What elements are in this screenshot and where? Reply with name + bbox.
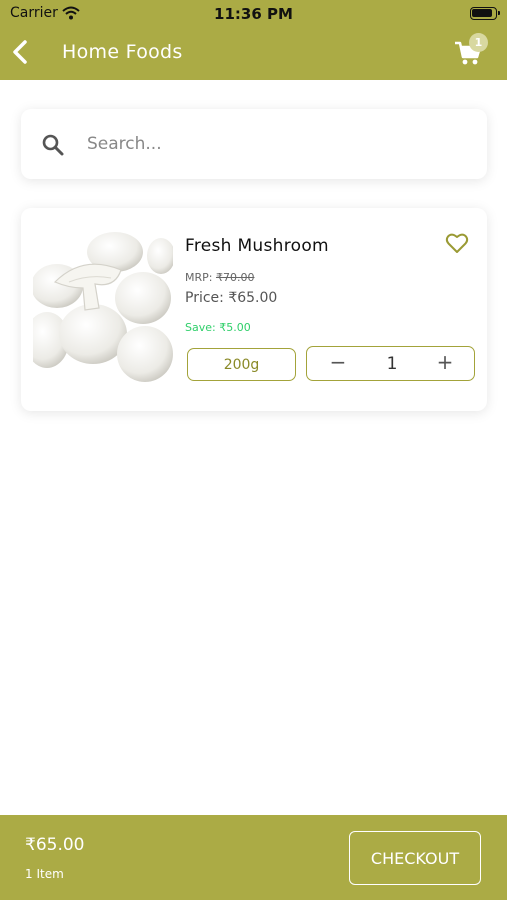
item-count: 1 Item — [25, 867, 64, 881]
mrp-row: MRP: ₹70.00 — [185, 271, 254, 284]
decrement-button[interactable]: − — [321, 350, 355, 377]
save-value: ₹5.00 — [219, 321, 251, 334]
variant-selector[interactable]: 200g — [187, 348, 296, 381]
cart-count-badge: 1 — [469, 33, 488, 52]
search-bar — [21, 109, 487, 179]
page-title: Home Foods — [62, 41, 183, 63]
save-label: Save: — [185, 321, 216, 334]
increment-button[interactable]: + — [428, 350, 462, 377]
price-label: Price: — [185, 290, 224, 306]
price-row: Price: ₹65.00 — [185, 290, 277, 306]
cart-total: ₹65.00 — [25, 835, 85, 855]
checkout-bar: ₹65.00 1 Item CHECKOUT — [0, 815, 507, 900]
heart-icon — [445, 233, 469, 253]
quantity-stepper: − 1 + — [306, 346, 475, 381]
favorite-button[interactable] — [445, 232, 469, 254]
mrp-label: MRP: — [185, 271, 213, 284]
product-image[interactable] — [25, 230, 175, 390]
price-value: ₹65.00 — [228, 290, 278, 306]
back-button[interactable] — [8, 36, 34, 68]
product-card[interactable]: Fresh Mushroom MRP: ₹70.00 Price: ₹65.00… — [21, 208, 487, 411]
clock: 11:36 PM — [214, 5, 293, 23]
search-input[interactable] — [87, 127, 467, 161]
status-bar: Carrier 11:36 PM — [0, 0, 507, 28]
navigation-bar: Home Foods 1 — [0, 30, 507, 76]
checkout-button[interactable]: CHECKOUT — [349, 831, 481, 885]
chevron-left-icon — [13, 40, 27, 64]
top-bar: Carrier 11:36 PM Home Foods 1 — [0, 0, 507, 80]
search-icon — [41, 133, 65, 161]
product-name: Fresh Mushroom — [185, 236, 329, 256]
battery-icon — [470, 7, 500, 20]
mrp-value: ₹70.00 — [215, 271, 255, 284]
quantity-value: 1 — [386, 354, 398, 374]
savings-row: Save: ₹5.00 — [185, 321, 251, 334]
